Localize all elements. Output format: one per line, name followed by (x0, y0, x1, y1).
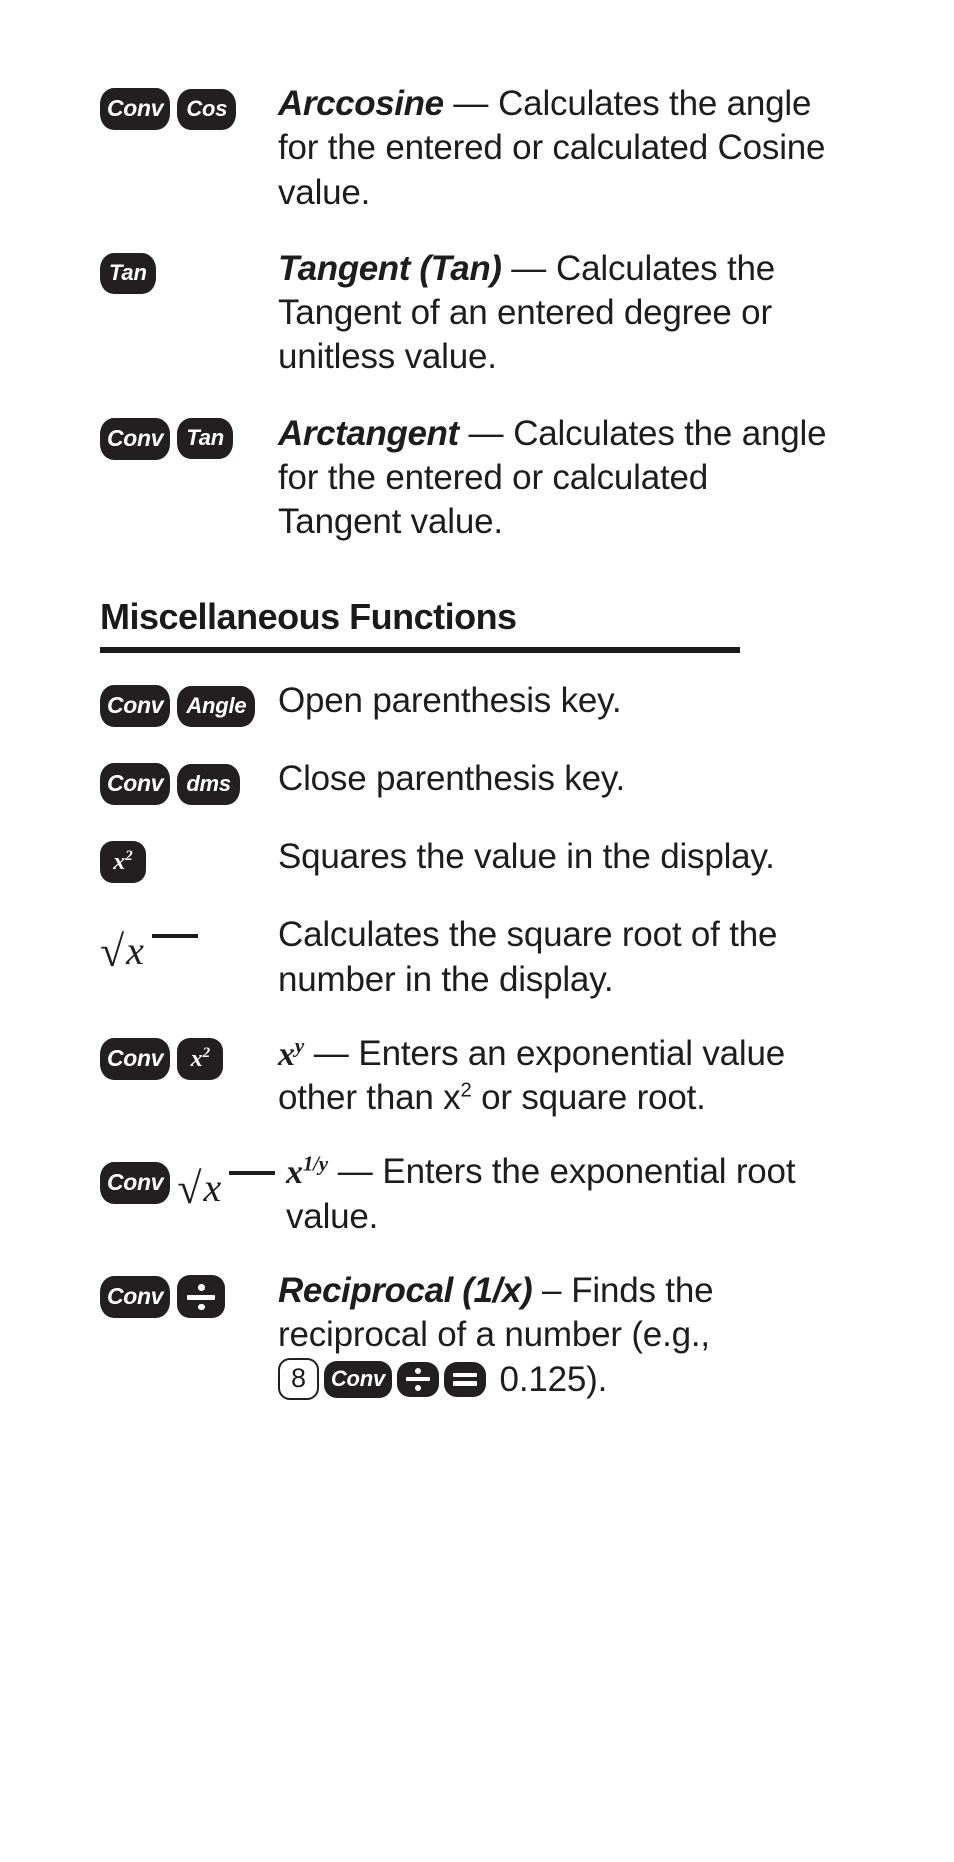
inline-superscript: 2 (460, 1079, 472, 1102)
term-label: Reciprocal (1/x) (278, 1270, 533, 1310)
entry-square: x2 Squares the value in the display. (0, 835, 954, 884)
key-conv[interactable]: Conv (100, 1275, 171, 1318)
divide-icon (406, 1367, 431, 1391)
key-divide[interactable] (397, 1361, 440, 1397)
key-group: Conv Cos (100, 82, 278, 130)
entry-square-root: √x Calculates the square root of the num… (0, 913, 954, 1002)
entry-arccosine: Conv Cos Arccosine — Calculates the angl… (0, 82, 954, 215)
key-group: Conv x2 (100, 1032, 278, 1080)
entry-description: Tangent (Tan) — Calculates the Tangent o… (278, 247, 838, 380)
entry-description: Open parenthesis key. (278, 681, 622, 721)
key-x-squared[interactable]: x2 (177, 1037, 224, 1080)
key-conv[interactable]: Conv (100, 763, 171, 806)
entry-reciprocal: Conv Reciprocal (1/x) – Finds the recipr… (0, 1269, 954, 1402)
math-base: x (286, 1154, 303, 1192)
entry-x-to-the-one-over-y: Conv √x x1/y — Enters the exponential ro… (0, 1150, 954, 1239)
key-dms[interactable]: dms (177, 763, 240, 805)
divide-icon (187, 1284, 216, 1311)
entry-description: Arctangent — Calculates the angle for th… (278, 412, 838, 545)
key-group: x2 (100, 835, 278, 884)
entry-description: xy — Enters an exponential value other t… (278, 1032, 838, 1121)
key-group: Conv (100, 1269, 278, 1319)
section-miscellaneous-functions: Miscellaneous Functions (0, 596, 954, 654)
key-conv[interactable]: Conv (100, 417, 171, 460)
entry-arctangent: Conv Tan Arctangent — Calculates the ang… (0, 412, 954, 545)
key-conv[interactable]: Conv (100, 88, 171, 130)
em-dash: — (501, 248, 557, 288)
key-x-squared[interactable]: x2 (100, 841, 146, 884)
entry-description: Squares the value in the display. (278, 837, 775, 877)
em-dash: — (327, 1152, 383, 1192)
em-dash: — (458, 413, 514, 453)
math-expression: xy (278, 1033, 304, 1073)
entry-x-to-the-y: Conv x2 xy — Enters an exponential value… (0, 1032, 954, 1121)
en-dash: – (532, 1270, 572, 1310)
term-label: Arccosine (278, 84, 444, 123)
equals-icon (453, 1370, 478, 1389)
key-cos[interactable]: Cos (177, 88, 237, 130)
key-equals[interactable] (444, 1361, 487, 1397)
em-dash: — (303, 1033, 359, 1073)
inline-key-sequence: 8 Conv (278, 1358, 487, 1401)
description-text-cont: or square root. (471, 1078, 706, 1118)
key-group: Conv dms (100, 757, 278, 806)
entry-description: x1/y — Enters the exponential root value… (286, 1150, 846, 1239)
em-dash: — (443, 84, 499, 123)
square-root-icon[interactable]: √x (100, 919, 199, 974)
math-base: x (278, 1035, 295, 1073)
entry-description: Calculates the square root of the number… (278, 915, 778, 999)
key-group: Conv √x (100, 1150, 286, 1211)
key-group: √x (100, 913, 278, 974)
entry-close-parenthesis: Conv dms Close parenthesis key. (0, 757, 954, 806)
key-conv[interactable]: Conv (100, 1161, 171, 1204)
key-group: Conv Tan (100, 412, 278, 460)
key-tan[interactable]: Tan (177, 418, 234, 460)
math-exponent: y (294, 1033, 304, 1058)
key-conv[interactable]: Conv (100, 685, 171, 728)
entry-tangent: Tan Tangent (Tan) — Calculates the Tange… (0, 247, 954, 380)
key-tan[interactable]: Tan (100, 252, 156, 294)
key-conv[interactable]: Conv (323, 1360, 393, 1398)
key-conv[interactable]: Conv (100, 1037, 171, 1080)
math-exponent: 1/y (302, 1152, 328, 1177)
description-text-cont: 0.125). (490, 1359, 608, 1399)
term-label: Arctangent (278, 413, 459, 453)
math-expression: x1/y (286, 1152, 328, 1192)
manual-page: Conv Cos Arccosine — Calculates the angl… (0, 0, 954, 1862)
entry-open-parenthesis: Conv Angle Open parenthesis key. (0, 679, 954, 728)
section-divider (100, 647, 740, 654)
term-label: Tangent (Tan) (278, 248, 502, 288)
entry-description: Reciprocal (1/x) – Finds the reciprocal … (278, 1269, 838, 1402)
key-group: Conv Angle (100, 679, 278, 728)
square-root-icon[interactable]: √x (177, 1156, 276, 1211)
key-divide[interactable] (177, 1274, 226, 1319)
section-heading: Miscellaneous Functions (100, 596, 517, 638)
key-group: Tan (100, 247, 278, 294)
key-8[interactable]: 8 (278, 1358, 319, 1401)
key-angle[interactable]: Angle (177, 685, 256, 727)
entry-description: Arccosine — Calculates the angle for the… (278, 82, 838, 215)
entry-description: Close parenthesis key. (278, 759, 626, 799)
